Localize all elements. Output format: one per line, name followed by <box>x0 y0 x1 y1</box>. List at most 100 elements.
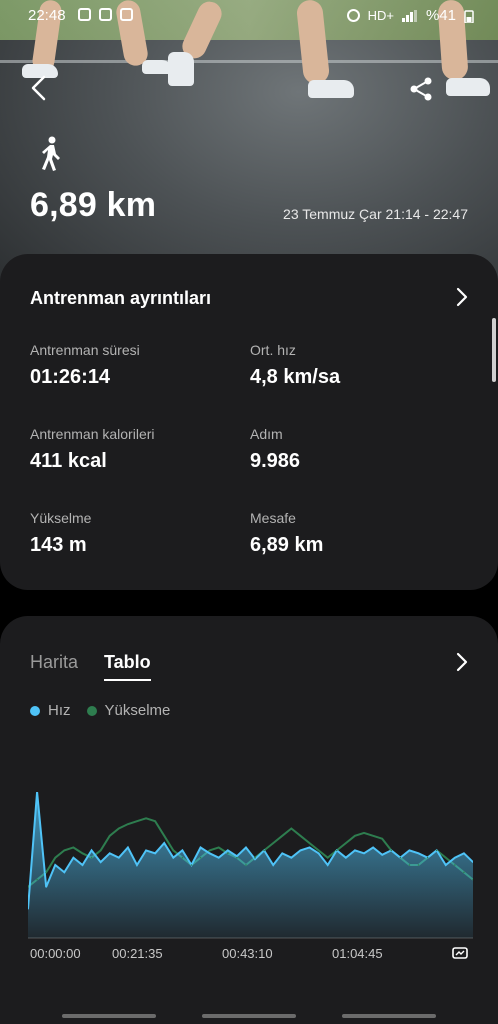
speed-point <box>236 855 238 858</box>
notification-icon <box>99 8 112 21</box>
elevation-point <box>444 856 447 859</box>
chart-time-axis: 00:00:00 00:21:35 00:43:10 01:04:45 <box>30 946 470 966</box>
speed-point <box>454 856 456 859</box>
walking-person-icon <box>42 136 60 171</box>
legend-item-speed[interactable]: Hız <box>30 702 71 719</box>
elevation-point <box>163 835 166 837</box>
speed-point <box>444 864 447 866</box>
stat-steps: Adım 9.986 <box>250 426 300 473</box>
elevation-point <box>190 864 193 866</box>
elevation-point <box>435 849 438 852</box>
time-tick-label: 00:21:35 <box>112 946 163 961</box>
signal-icon <box>401 9 417 22</box>
photo-lane-line <box>0 60 498 63</box>
speed-point <box>463 852 465 855</box>
elevation-point <box>245 864 247 866</box>
stat-label: Yükselme <box>30 510 92 526</box>
elevation-point <box>254 856 256 859</box>
time-tick-label: 00:00:00 <box>30 946 81 961</box>
network-label: HD+ <box>367 8 394 23</box>
stat-calories: Antrenman kalorileri 411 kcal <box>30 426 155 473</box>
speed-point <box>326 864 329 866</box>
elevation-point <box>181 856 184 859</box>
stat-duration: Antrenman süresi 01:26:14 <box>30 342 140 389</box>
status-time: 22:48 <box>28 7 66 24</box>
stat-value: 411 kcal <box>30 450 107 472</box>
stat-value: 01:26:14 <box>30 366 111 388</box>
speed-point <box>99 861 102 863</box>
workout-details-card[interactable]: Antrenman ayrıntıları Antrenman süresi 0… <box>0 254 498 590</box>
speed-point <box>308 846 311 849</box>
speed-point <box>290 856 293 859</box>
elevation-point <box>326 856 329 859</box>
speed-point <box>408 849 411 852</box>
speed-point <box>72 856 75 859</box>
stat-distance: Mesafe 6,89 km <box>250 510 323 557</box>
stat-avg-speed: Ort. hız 4,8 km/sa <box>250 342 340 389</box>
legend-label: Yükselme <box>104 702 171 719</box>
elevation-point <box>463 871 465 874</box>
stat-elevation: Yükselme 143 m <box>30 510 91 557</box>
speed-point <box>163 842 166 844</box>
speed-point <box>54 864 57 866</box>
share-button[interactable] <box>408 76 434 102</box>
speed-point <box>63 871 66 874</box>
battery-icon <box>464 9 474 23</box>
elevation-point <box>345 842 347 844</box>
elevation-point <box>63 849 66 852</box>
nav-home-button[interactable] <box>202 1014 296 1018</box>
speed-point <box>299 849 302 852</box>
speed-point <box>145 849 147 852</box>
elevation-point <box>426 856 429 859</box>
scrollbar[interactable] <box>492 318 496 382</box>
speed-point <box>317 852 320 855</box>
speed-point <box>172 856 175 859</box>
tab-chart[interactable]: Tablo <box>104 652 151 681</box>
elevation-point <box>372 835 374 837</box>
speed-point <box>136 864 138 866</box>
elevation-point <box>335 849 338 852</box>
elevation-point <box>90 856 93 859</box>
status-right-icons: HD+ %41 <box>346 7 474 24</box>
fullscreen-icon[interactable] <box>452 945 468 961</box>
elevation-point <box>272 842 275 844</box>
elevation-point <box>381 837 383 840</box>
elevation-point <box>354 835 356 837</box>
speed-series-area <box>28 792 473 938</box>
speed-point <box>363 852 365 855</box>
elevation-point <box>317 849 320 852</box>
chart-legend: Hız Yükselme <box>30 702 170 719</box>
elevation-point <box>208 849 211 852</box>
photo-shoe <box>168 52 194 86</box>
chevron-right-icon[interactable] <box>456 287 468 307</box>
elevation-point <box>145 817 147 820</box>
back-button[interactable] <box>28 74 50 102</box>
tab-map[interactable]: Harita <box>30 652 78 681</box>
legend-item-elevation[interactable]: Yükselme <box>86 702 171 719</box>
speed-point <box>354 849 356 852</box>
elevation-point <box>118 827 120 830</box>
elevation-point <box>199 856 202 859</box>
nav-back-button[interactable] <box>342 1014 436 1018</box>
elevation-point <box>54 856 57 859</box>
system-nav-bar <box>0 1006 498 1024</box>
time-tick-label: 01:04:45 <box>332 946 383 961</box>
speed-point <box>181 849 184 852</box>
time-tick-label: 00:43:10 <box>222 946 273 961</box>
chevron-right-icon[interactable] <box>456 652 468 672</box>
chart-card: Harita Tablo Hız Yükselme 00:00:00 00:21… <box>0 616 498 1024</box>
elevation-point <box>136 820 138 822</box>
elevation-point <box>81 852 84 855</box>
stat-label: Mesafe <box>250 510 296 526</box>
instagram-icon <box>120 8 133 21</box>
speed-point <box>226 849 229 852</box>
card-title: Antrenman ayrıntıları <box>30 288 212 308</box>
nav-recent-button[interactable] <box>62 1014 156 1018</box>
status-left-icons <box>78 8 133 21</box>
elevation-point <box>226 852 229 855</box>
speed-point <box>199 846 202 849</box>
speed-elevation-chart[interactable] <box>28 792 473 940</box>
elevation-point <box>390 849 393 852</box>
stat-value: 143 m <box>30 534 87 556</box>
stat-label: Antrenman kalorileri <box>30 426 155 442</box>
